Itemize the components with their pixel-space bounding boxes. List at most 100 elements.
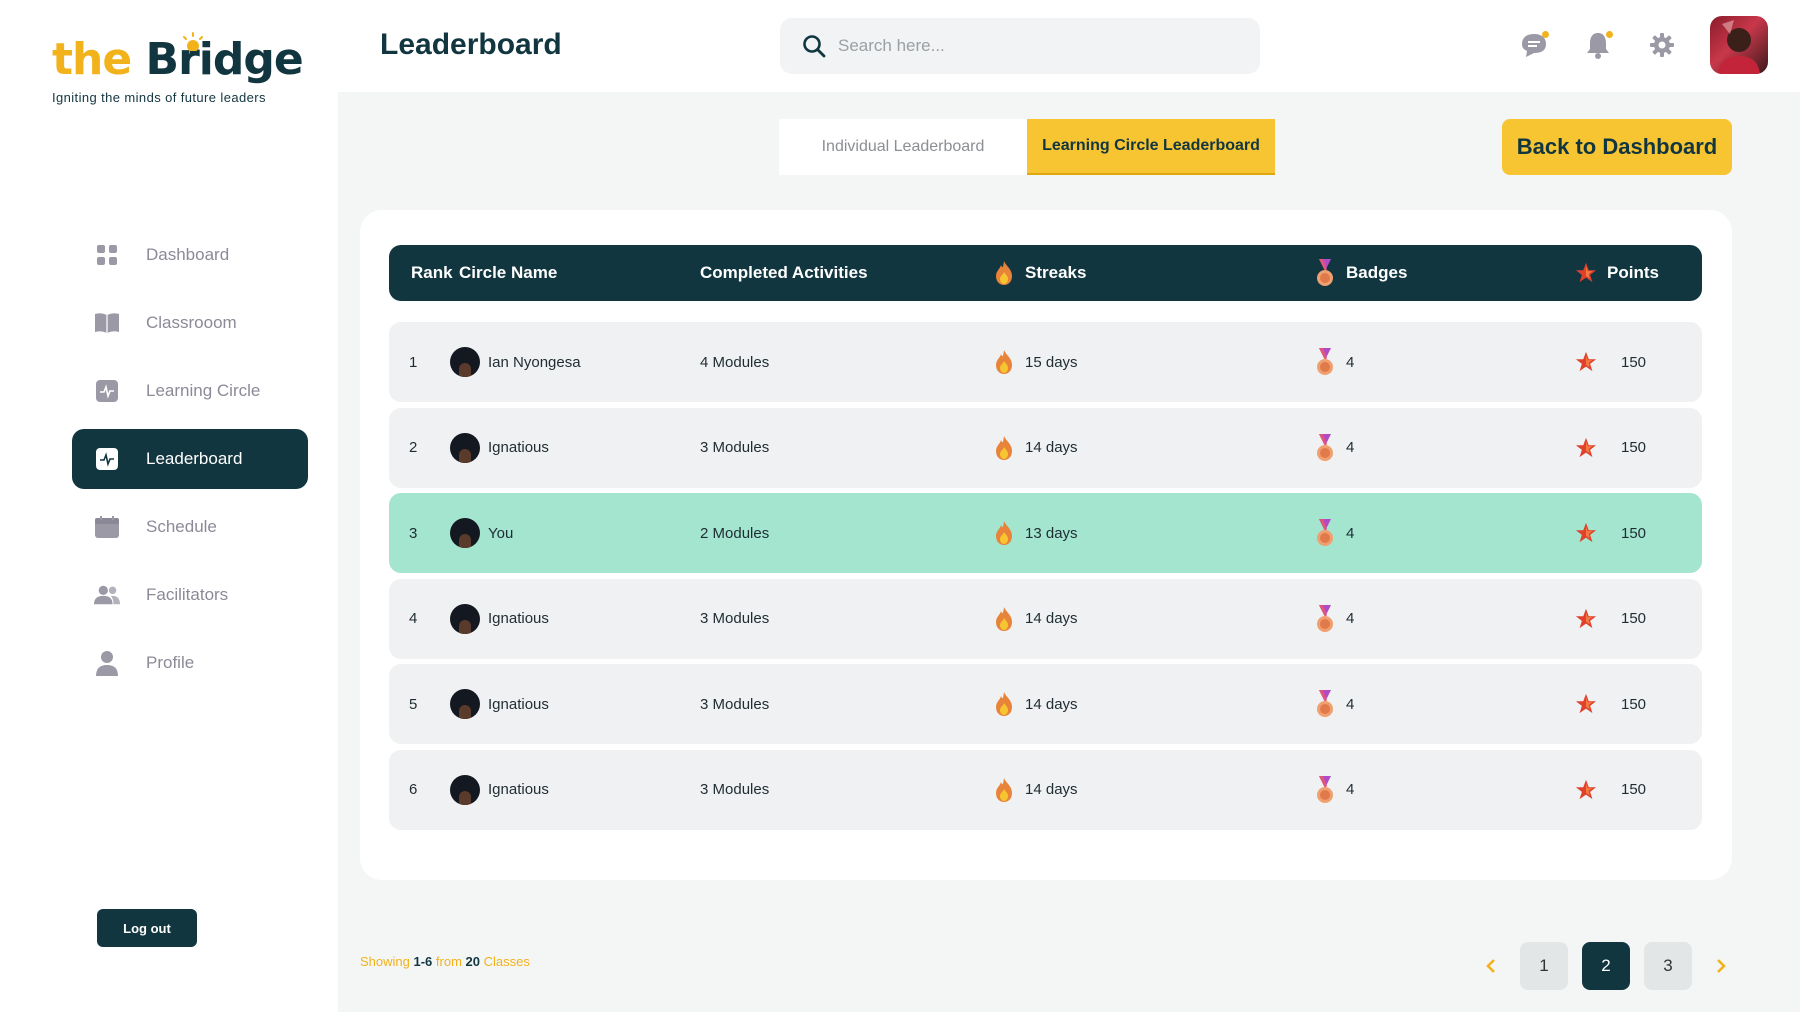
row-points-value: 150 bbox=[1621, 524, 1647, 542]
table-row[interactable]: 6 Ignatious 3 Modules 14 days 4 150 bbox=[389, 749, 1702, 830]
row-badges-value: 4 bbox=[1346, 439, 1355, 456]
row-points-value: 150 bbox=[1621, 439, 1647, 456]
row-badges: 4 bbox=[1314, 750, 1354, 830]
lightbulb-icon bbox=[183, 32, 203, 55]
row-activities: 3 Modules bbox=[700, 439, 770, 456]
sidebar-item-facilitators[interactable]: Facilitators bbox=[72, 565, 308, 625]
table-row[interactable]: 4 Ignatious 3 Modules 14 days 4 150 bbox=[389, 578, 1702, 659]
row-badges: 4 bbox=[1314, 493, 1354, 573]
logo[interactable]: the Bridge Igniting the minds of future … bbox=[52, 32, 304, 105]
notifications-button[interactable] bbox=[1580, 27, 1616, 63]
star-icon bbox=[1575, 434, 1597, 462]
sidebar-item-profile[interactable]: Profile bbox=[72, 633, 308, 693]
messages-button[interactable] bbox=[1516, 27, 1552, 63]
leaderboard-card: Rank Circle Name Completed Activities St… bbox=[360, 210, 1732, 880]
table-row[interactable]: 1 Ian Nyongesa 4 Modules 15 days 4 150 bbox=[389, 322, 1702, 402]
sidebar-item-label: Classrooom bbox=[146, 313, 237, 332]
prev-page-button[interactable] bbox=[1476, 942, 1506, 990]
row-badges-value: 4 bbox=[1346, 610, 1355, 627]
row-circle-name: Ignatious bbox=[488, 695, 549, 713]
medal-icon bbox=[1314, 348, 1336, 376]
fire-icon bbox=[996, 261, 1012, 285]
sidebar-item-dashboard[interactable]: Dashboard bbox=[72, 225, 308, 285]
row-streak: 14 days bbox=[993, 750, 1078, 830]
search-icon bbox=[803, 35, 826, 58]
sidebar-item-classroom[interactable]: Classrooom bbox=[72, 293, 308, 353]
fire-icon bbox=[993, 434, 1015, 462]
search-input[interactable] bbox=[838, 36, 1218, 56]
row-badges-value: 4 bbox=[1346, 524, 1355, 542]
row-activities: 3 Modules bbox=[700, 695, 770, 713]
row-points: 150 bbox=[1575, 579, 1646, 659]
top-icons bbox=[1488, 16, 1768, 74]
row-points: 150 bbox=[1575, 493, 1646, 573]
row-streak: 14 days bbox=[993, 408, 1078, 488]
row-rank: 1 bbox=[409, 353, 418, 371]
header-points-label: Points bbox=[1607, 263, 1659, 282]
user-icon bbox=[94, 650, 120, 676]
grid-icon bbox=[94, 242, 120, 268]
sidebar-item-schedule[interactable]: Schedule bbox=[72, 497, 308, 557]
logout-button[interactable]: Log out bbox=[97, 909, 197, 947]
table-row[interactable]: 5 Ignatious 3 Modules 14 days 4 150 bbox=[389, 664, 1702, 744]
fire-icon bbox=[993, 690, 1015, 718]
fire-icon bbox=[993, 776, 1015, 804]
row-circle-name: Ian Nyongesa bbox=[488, 353, 581, 371]
showing-range: 1-6 bbox=[413, 954, 433, 969]
row-badges: 4 bbox=[1314, 408, 1354, 488]
row-points-value: 150 bbox=[1621, 610, 1647, 627]
back-to-dashboard-button[interactable]: Back to Dashboard bbox=[1502, 119, 1732, 175]
row-rank: 3 bbox=[409, 524, 418, 542]
medal-icon bbox=[1314, 775, 1336, 804]
row-activities: 4 Modules bbox=[700, 353, 770, 371]
avatar bbox=[450, 689, 480, 719]
row-badges-value: 4 bbox=[1346, 353, 1355, 371]
star-icon bbox=[1575, 262, 1597, 283]
settings-button[interactable] bbox=[1644, 27, 1680, 63]
row-streak-value: 14 days bbox=[1025, 695, 1078, 713]
medal-icon bbox=[1317, 259, 1333, 286]
tab-learning-circle-leaderboard[interactable]: Learning Circle Leaderboard bbox=[1027, 119, 1275, 175]
header-rank: Rank bbox=[411, 263, 453, 282]
avatar-photo bbox=[1718, 20, 1760, 74]
row-badges: 4 bbox=[1314, 664, 1354, 744]
row-badges-value: 4 bbox=[1346, 781, 1355, 798]
sidebar-item-leaderboard[interactable]: Leaderboard bbox=[72, 429, 308, 489]
fire-icon bbox=[993, 519, 1015, 547]
sidebar-item-label: Profile bbox=[146, 653, 195, 672]
unit-label: Classes bbox=[483, 954, 530, 969]
page-button-2[interactable]: 2 bbox=[1582, 942, 1630, 990]
table-row[interactable]: 2 Ignatious 3 Modules 14 days 4 150 bbox=[389, 407, 1702, 488]
row-rank: 4 bbox=[409, 610, 418, 627]
row-activities: 2 Modules bbox=[700, 524, 770, 542]
row-streak: 14 days bbox=[993, 664, 1078, 744]
sidebar-item-learning-circle[interactable]: Learning Circle bbox=[72, 361, 308, 421]
table-row[interactable]: 3 You 2 Modules 13 days 4 150 bbox=[389, 493, 1702, 573]
row-circle: Ignatious bbox=[450, 579, 549, 659]
notification-dot bbox=[1606, 31, 1613, 38]
row-circle-name: Ignatious bbox=[488, 781, 549, 798]
star-icon bbox=[1575, 690, 1597, 718]
page-button-3[interactable]: 3 bbox=[1644, 942, 1692, 990]
tab-individual-leaderboard[interactable]: Individual Leaderboard bbox=[779, 119, 1027, 175]
next-page-button[interactable] bbox=[1706, 942, 1736, 990]
avatar bbox=[450, 603, 480, 634]
sidebar-item-label: Facilitators bbox=[146, 585, 229, 604]
page-title: Leaderboard bbox=[380, 28, 562, 61]
row-rank: 6 bbox=[409, 781, 418, 798]
row-streak: 14 days bbox=[993, 579, 1078, 659]
page-button-1[interactable]: 1 bbox=[1520, 942, 1568, 990]
chevron-left-icon bbox=[1486, 959, 1495, 973]
row-rank: 5 bbox=[409, 695, 418, 713]
star-icon bbox=[1575, 605, 1597, 633]
header-badges-label: Badges bbox=[1346, 263, 1408, 282]
avatar bbox=[450, 774, 480, 805]
medal-icon bbox=[1314, 604, 1336, 633]
user-avatar[interactable] bbox=[1710, 16, 1768, 74]
row-circle: Ian Nyongesa bbox=[450, 322, 581, 402]
leaderboard-tabs: Individual Leaderboard Learning Circle L… bbox=[779, 119, 1275, 175]
header-streaks-label: Streaks bbox=[1025, 263, 1087, 282]
row-circle: Ignatious bbox=[450, 408, 549, 488]
logo-part-bridge: Bridge bbox=[145, 34, 304, 85]
medal-icon bbox=[1314, 690, 1336, 718]
